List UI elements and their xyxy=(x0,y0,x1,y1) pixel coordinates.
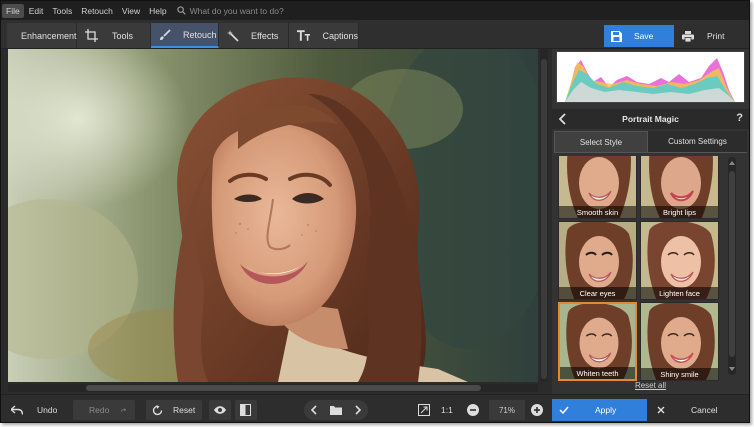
style-smooth-skin[interactable]: Smooth skin xyxy=(558,156,637,219)
cancel-button[interactable]: Cancel xyxy=(651,399,743,421)
folder-icon[interactable] xyxy=(330,405,342,415)
chevron-down-icon[interactable] xyxy=(729,366,735,372)
magic-wand-icon xyxy=(227,29,239,42)
style-label: Whiten teeth xyxy=(560,367,635,379)
panel-scrollbar[interactable] xyxy=(728,157,736,375)
actual-size-button[interactable]: 1:1 xyxy=(441,400,461,420)
canvas-vertical-scrollbar[interactable] xyxy=(540,49,548,382)
scrollbar-thumb[interactable] xyxy=(729,171,735,357)
scrollbar-thumb[interactable] xyxy=(86,385,481,391)
text-icon xyxy=(297,30,311,41)
tab-retouch[interactable]: Retouch xyxy=(151,23,219,48)
style-shiny-smile[interactable]: Shiny smile xyxy=(640,302,719,381)
app-window: File Edit Tools Retouch View Help What d… xyxy=(0,0,750,423)
tab-captions-label: Captions xyxy=(322,30,358,41)
tab-select-style[interactable]: Select Style xyxy=(554,131,648,153)
menu-tools[interactable]: Tools xyxy=(48,4,76,18)
style-label: Smooth skin xyxy=(559,206,636,218)
preview-button[interactable] xyxy=(209,400,231,420)
redo-icon xyxy=(121,408,126,412)
apply-label: Apply xyxy=(595,405,617,415)
close-icon xyxy=(657,406,665,414)
photo-canvas[interactable] xyxy=(8,49,538,382)
tab-tools-label: Tools xyxy=(112,30,134,41)
undo-label: Undo xyxy=(37,405,58,415)
zoom-out-button[interactable] xyxy=(465,400,483,420)
printer-icon xyxy=(682,30,694,42)
histogram xyxy=(556,51,745,103)
toolbar: Enhancement Tools Retouch Effects Captio… xyxy=(1,20,749,49)
style-lighten-face[interactable]: Lighten face xyxy=(640,221,719,300)
command-search[interactable]: What do you want to do? xyxy=(176,5,284,16)
floppy-disk-icon xyxy=(611,30,622,42)
compare-button[interactable] xyxy=(235,400,257,420)
menu-help[interactable]: Help xyxy=(145,4,170,18)
style-label: Lighten face xyxy=(641,287,718,299)
menubar: File Edit Tools Retouch View Help What d… xyxy=(1,1,749,20)
menu-view[interactable]: View xyxy=(118,4,144,18)
scrollbar-thumb[interactable] xyxy=(541,59,547,379)
reset-icon xyxy=(152,404,163,415)
style-label: Bright lips xyxy=(641,206,718,218)
style-label: Shiny smile xyxy=(641,368,718,380)
search-placeholder: What do you want to do? xyxy=(189,5,284,16)
compare-icon xyxy=(240,404,251,416)
cancel-label: Cancel xyxy=(691,405,718,415)
style-whiten-teeth[interactable]: Whiten teeth xyxy=(558,302,637,381)
zoom-level[interactable]: 71% xyxy=(489,400,525,420)
chevron-left-icon[interactable] xyxy=(310,405,318,415)
histogram-graph xyxy=(565,58,735,102)
brush-icon xyxy=(160,28,171,40)
tab-enhancement-label: Enhancement xyxy=(21,30,77,41)
save-button[interactable]: Save xyxy=(604,25,674,47)
image-navigator xyxy=(304,400,368,420)
style-bright-lips[interactable]: Bright lips xyxy=(640,156,719,219)
zoom-in-button[interactable] xyxy=(529,400,547,420)
chevron-right-icon[interactable] xyxy=(354,405,362,415)
menu-edit[interactable]: Edit xyxy=(25,4,48,18)
plus-circle-icon xyxy=(531,404,543,416)
style-thumbnails: Smooth skin Bright lips Clear eyes Light… xyxy=(558,156,723,382)
print-label: Print xyxy=(707,31,725,41)
tab-enhancement[interactable]: Enhancement xyxy=(7,23,77,48)
reset-all-link[interactable]: Reset all xyxy=(552,381,749,390)
tab-effects-label: Effects xyxy=(251,30,279,41)
panel-title: Portrait Magic xyxy=(622,114,679,124)
minus-circle-icon xyxy=(467,404,479,416)
chevron-left-icon[interactable] xyxy=(556,112,570,126)
ratio-label: 1:1 xyxy=(441,405,453,415)
undo-icon xyxy=(11,405,23,415)
undo-button[interactable]: Undo xyxy=(5,400,67,420)
redo-label: Redo xyxy=(89,405,110,415)
portrait-magic-panel: Portrait Magic ? Select Style Custom Set… xyxy=(552,49,749,394)
reset-label: Reset xyxy=(173,405,196,415)
tab-tools[interactable]: Tools xyxy=(77,23,151,48)
style-clear-eyes[interactable]: Clear eyes xyxy=(558,221,637,300)
fit-to-screen-button[interactable] xyxy=(415,400,433,420)
menu-file[interactable]: File xyxy=(2,3,24,18)
fit-screen-icon xyxy=(418,404,430,416)
search-icon xyxy=(176,6,186,15)
menu-retouch[interactable]: Retouch xyxy=(77,4,117,18)
eye-icon xyxy=(214,406,226,414)
crop-icon xyxy=(85,29,98,42)
reset-button[interactable]: Reset xyxy=(146,400,202,420)
tab-retouch-label: Retouch xyxy=(183,29,217,40)
print-button[interactable]: Print xyxy=(676,25,741,47)
tab-effects[interactable]: Effects xyxy=(219,23,289,48)
help-button[interactable]: ? xyxy=(736,112,743,124)
tab-captions[interactable]: Captions xyxy=(289,23,359,48)
bottom-bar: Undo Redo Reset 1:1 71% Apply Cancel xyxy=(1,394,749,422)
apply-button[interactable]: Apply xyxy=(552,399,647,421)
redo-button[interactable]: Redo xyxy=(73,400,135,420)
tab-custom-settings[interactable]: Custom Settings xyxy=(648,131,747,153)
style-label: Clear eyes xyxy=(559,287,636,299)
canvas-horizontal-scrollbar[interactable] xyxy=(8,384,538,392)
save-label: Save xyxy=(634,31,654,41)
checkmark-icon xyxy=(559,406,569,414)
portrait-photo xyxy=(8,49,538,382)
chevron-up-icon[interactable] xyxy=(729,160,735,166)
panel-header: Portrait Magic ? xyxy=(552,109,749,129)
